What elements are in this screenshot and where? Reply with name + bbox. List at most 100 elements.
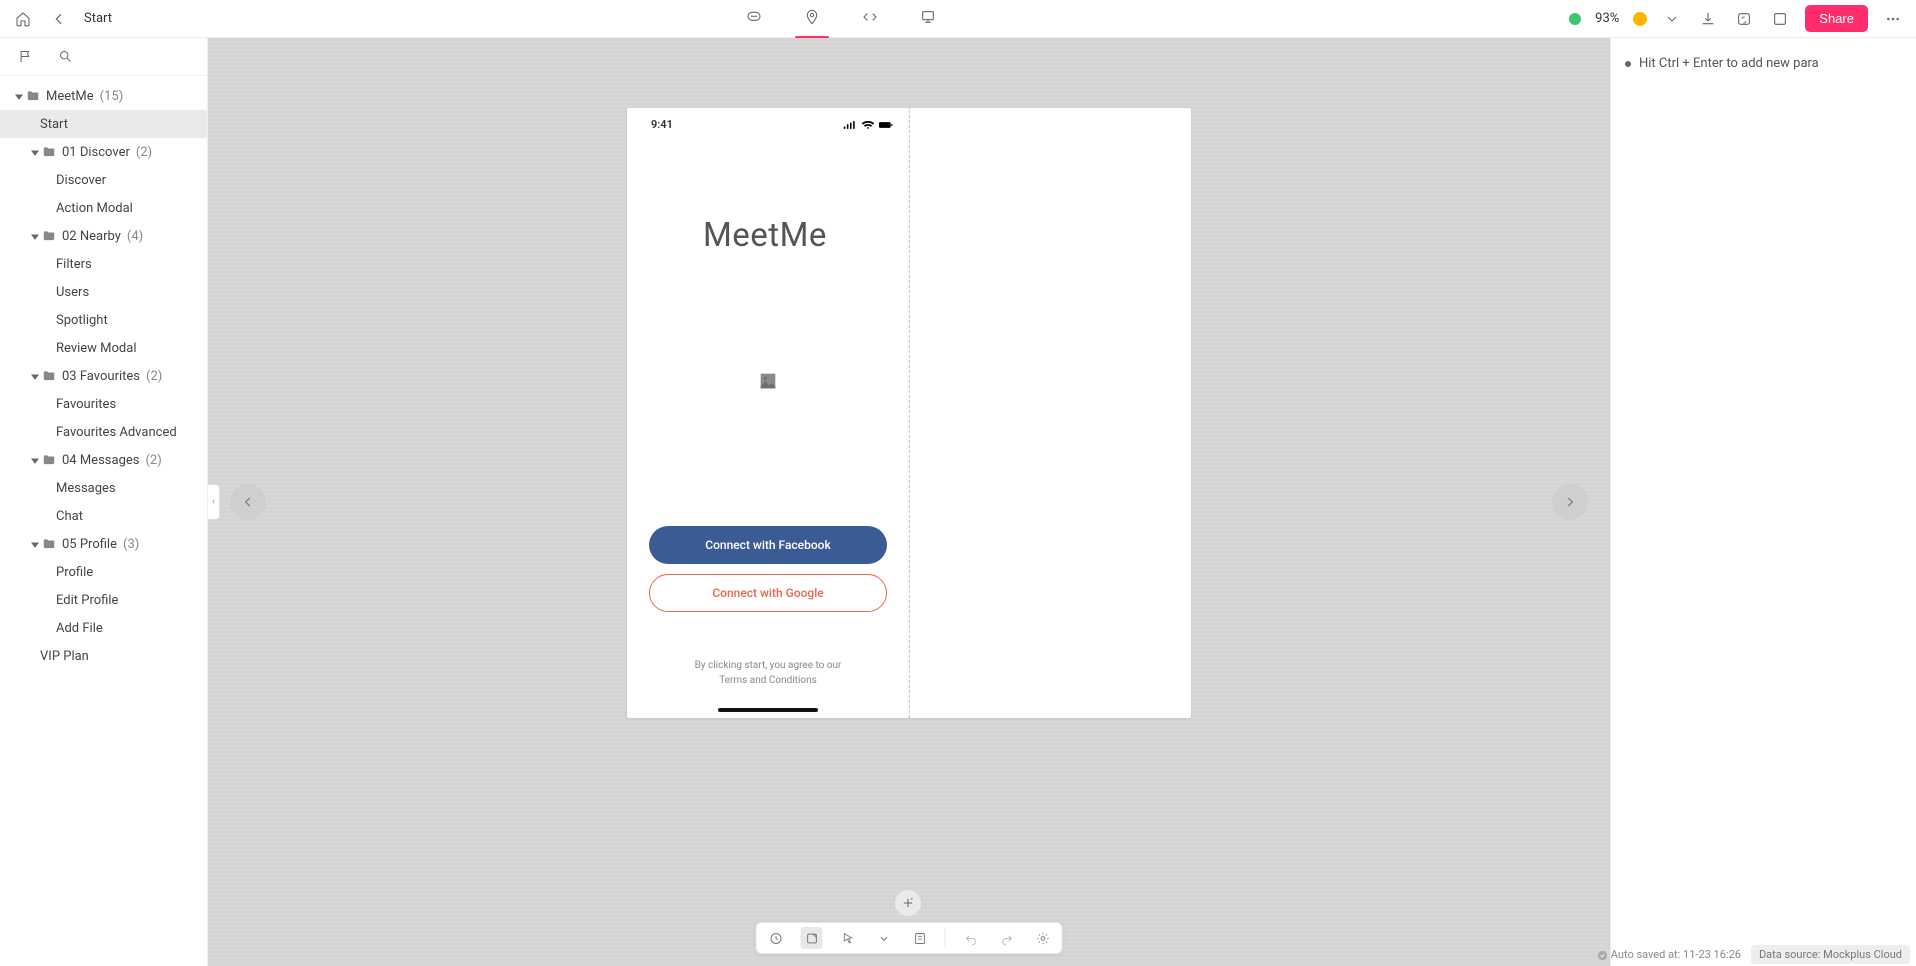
sync-status-icon bbox=[1569, 13, 1581, 25]
caret-icon[interactable] bbox=[30, 539, 40, 549]
tree-label: Start bbox=[40, 117, 68, 132]
caret-icon[interactable] bbox=[14, 91, 24, 101]
add-annotation-bubble[interactable] bbox=[895, 890, 921, 916]
more-icon[interactable] bbox=[1882, 8, 1904, 30]
status-bar: Auto saved at: 11-23 16:26 Data source: … bbox=[1597, 945, 1910, 964]
app-title: MeetMe bbox=[703, 216, 827, 255]
folder-icon bbox=[42, 369, 56, 383]
signal-icon bbox=[843, 120, 857, 130]
tree-label: Chat bbox=[56, 509, 83, 524]
note-tool-icon[interactable] bbox=[909, 927, 931, 949]
terms-line2: Terms and Conditions bbox=[627, 673, 909, 688]
tree-label: Action Modal bbox=[56, 201, 133, 216]
history-icon[interactable] bbox=[765, 927, 787, 949]
redo-icon[interactable] bbox=[996, 927, 1018, 949]
tree-page[interactable]: Start bbox=[0, 110, 207, 138]
cursor-dropdown-icon[interactable] bbox=[873, 927, 895, 949]
tree-label: MeetMe bbox=[46, 89, 94, 104]
link-icon[interactable] bbox=[1733, 8, 1755, 30]
panel-icon[interactable] bbox=[1769, 8, 1791, 30]
tree-page[interactable]: Discover bbox=[0, 166, 207, 194]
tree-label: Spotlight bbox=[56, 313, 108, 328]
hint-row: Hit Ctrl + Enter to add new para bbox=[1625, 56, 1902, 71]
connect-facebook-button[interactable]: Connect with Facebook bbox=[649, 526, 887, 564]
tree-folder[interactable]: MeetMe(15) bbox=[0, 82, 207, 110]
canvas[interactable]: ‹ 9:41 MeetMe Conn bbox=[208, 38, 1610, 966]
tree-page[interactable]: Add File bbox=[0, 614, 207, 642]
tree-page[interactable]: Profile bbox=[0, 558, 207, 586]
next-screen-button[interactable] bbox=[1552, 484, 1588, 520]
caret-icon[interactable] bbox=[30, 231, 40, 241]
zoom-percent[interactable]: 93% bbox=[1595, 11, 1619, 26]
autosave-status: Auto saved at: 11-23 16:26 bbox=[1597, 948, 1741, 961]
datasource-chip[interactable]: Data source: Mockplus Cloud bbox=[1751, 945, 1910, 964]
tree-page[interactable]: Messages bbox=[0, 474, 207, 502]
caret-icon[interactable] bbox=[30, 455, 40, 465]
tree-folder[interactable]: 04 Messages(2) bbox=[0, 446, 207, 474]
tree-page[interactable]: Chat bbox=[0, 502, 207, 530]
sidebar-right: Hit Ctrl + Enter to add new para bbox=[1610, 38, 1916, 966]
sidebar-left: MeetMe(15)Start01 Discover(2)DiscoverAct… bbox=[0, 38, 208, 966]
tree-folder[interactable]: 02 Nearby (4) bbox=[0, 222, 207, 250]
tree-label: Filters bbox=[56, 257, 92, 272]
tree-count: (2) bbox=[146, 369, 162, 384]
home-icon[interactable] bbox=[12, 8, 34, 30]
tree-page[interactable]: Review Modal bbox=[0, 334, 207, 362]
chevron-down-icon[interactable] bbox=[1661, 8, 1683, 30]
terms-text: By clicking start, you agree to our Term… bbox=[627, 658, 909, 688]
top-bar: Start 93% Share bbox=[0, 0, 1916, 38]
tree-page[interactable]: Spotlight bbox=[0, 306, 207, 334]
search-icon[interactable] bbox=[54, 46, 76, 68]
tree-page[interactable]: Edit Profile bbox=[0, 586, 207, 614]
tree-label: 02 Nearby bbox=[62, 229, 121, 244]
credits-icon[interactable] bbox=[1633, 12, 1647, 26]
tree-label: Review Modal bbox=[56, 341, 137, 356]
code-mode-icon[interactable] bbox=[859, 8, 881, 30]
terms-line1: By clicking start, you agree to our bbox=[627, 658, 909, 673]
tree-count: (4) bbox=[127, 229, 143, 244]
wifi-icon bbox=[861, 120, 875, 130]
tree-label: 01 Discover bbox=[62, 145, 130, 160]
cursor-tool-icon[interactable] bbox=[837, 927, 859, 949]
tree-label: Discover bbox=[56, 173, 106, 188]
tree-label: Favourites bbox=[56, 397, 116, 412]
artboard-blank[interactable] bbox=[909, 108, 1191, 718]
prev-screen-button[interactable] bbox=[230, 484, 266, 520]
sidebar-collapse-handle[interactable]: ‹ bbox=[208, 484, 220, 520]
connect-google-button[interactable]: Connect with Google bbox=[649, 574, 887, 612]
tree-page[interactable]: Favourites bbox=[0, 390, 207, 418]
pin-mode-icon[interactable] bbox=[801, 8, 823, 30]
tree-page[interactable]: Users bbox=[0, 278, 207, 306]
folder-icon bbox=[42, 453, 56, 467]
tree-page[interactable]: Action Modal bbox=[0, 194, 207, 222]
bottom-toolbar bbox=[756, 922, 1063, 954]
tree-count: (3) bbox=[123, 537, 139, 552]
present-mode-icon[interactable] bbox=[917, 8, 939, 30]
folder-icon bbox=[42, 537, 56, 551]
tree-label: VIP Plan bbox=[40, 649, 89, 664]
phone-statusbar: 9:41 bbox=[627, 108, 909, 131]
tree-page[interactable]: Favourites Advanced bbox=[0, 418, 207, 446]
tree-page[interactable]: VIP Plan bbox=[0, 642, 207, 670]
caret-icon[interactable] bbox=[30, 147, 40, 157]
image-placeholder-icon bbox=[757, 370, 779, 392]
caret-icon[interactable] bbox=[30, 371, 40, 381]
tree-folder[interactable]: 01 Discover(2) bbox=[0, 138, 207, 166]
shape-tool-icon[interactable] bbox=[801, 927, 823, 949]
tree-folder[interactable]: 05 Profile (3) bbox=[0, 530, 207, 558]
tree-label: Add File bbox=[56, 621, 103, 636]
back-icon[interactable] bbox=[48, 8, 70, 30]
tree-folder[interactable]: 03 Favourites(2) bbox=[0, 362, 207, 390]
download-icon[interactable] bbox=[1697, 8, 1719, 30]
battery-icon bbox=[879, 120, 893, 130]
tree-label: 04 Messages bbox=[62, 453, 139, 468]
undo-icon[interactable] bbox=[960, 927, 982, 949]
folder-icon bbox=[26, 89, 40, 103]
flag-icon[interactable] bbox=[14, 46, 36, 68]
artboard-start[interactable]: 9:41 MeetMe Connect with Facebook Connec… bbox=[627, 108, 909, 718]
tree-label: 05 Profile bbox=[62, 537, 117, 552]
tree-page[interactable]: Filters bbox=[0, 250, 207, 278]
comment-mode-icon[interactable] bbox=[743, 8, 765, 30]
share-button[interactable]: Share bbox=[1805, 5, 1868, 32]
settings-icon[interactable] bbox=[1032, 927, 1054, 949]
